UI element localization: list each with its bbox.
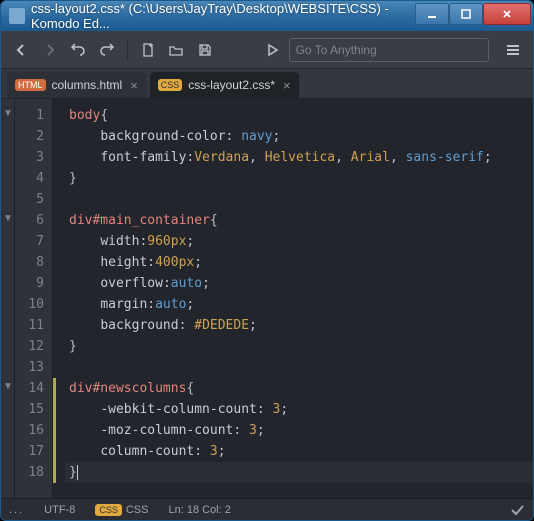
code-line[interactable]: } [65,336,533,357]
forward-button[interactable] [37,36,61,64]
code-line[interactable]: column-count: 3; [65,441,533,462]
code-line[interactable] [65,357,533,378]
code-line[interactable]: -webkit-column-count: 3; [65,399,533,420]
status-menu[interactable]: ... [9,504,24,516]
modified-marker [53,420,56,441]
language-badge-icon: CSS [95,504,122,516]
modified-marker [53,399,56,420]
close-button[interactable] [483,3,531,25]
code-line[interactable]: width:960px; [65,231,533,252]
back-button[interactable] [9,36,33,64]
modified-marker [53,378,56,399]
line-gutter[interactable]: 123456789101112131415161718 [15,99,53,498]
tab-label: css-layout2.css* [188,78,275,92]
tab-bar: HTML columns.html × CSS css-layout2.css* × [1,69,533,99]
status-position[interactable]: Ln: 18 Col: 2 [168,504,230,516]
tab-0[interactable]: HTML columns.html × [7,72,146,98]
separator [127,39,128,61]
code-line[interactable]: div#main_container{ [65,210,533,231]
status-language[interactable]: CSSCSS [95,504,148,516]
code-line[interactable]: height:400px; [65,252,533,273]
code-line[interactable]: margin:auto; [65,294,533,315]
search-input[interactable] [296,43,482,57]
code-line[interactable]: div#newscolumns{ [65,378,533,399]
undo-button[interactable] [66,36,90,64]
toolbar [1,31,533,69]
fold-column[interactable]: ▼ ▼ ▼ [1,99,15,498]
tab-label: columns.html [52,78,123,92]
code-line[interactable]: overflow:auto; [65,273,533,294]
save-button[interactable] [193,36,217,64]
editor[interactable]: ▼ ▼ ▼ 123456789101112131415161718 body{ ba… [1,99,533,498]
titlebar: css-layout2.css* (C:\Users\JayTray\Deskt… [1,1,533,31]
code-line[interactable]: } [65,168,533,189]
window-controls [415,7,531,25]
new-file-button[interactable] [136,36,160,64]
open-file-button[interactable] [164,36,188,64]
code-line[interactable] [65,189,533,210]
close-tab-icon[interactable]: × [130,78,138,93]
menu-button[interactable] [501,36,525,64]
close-tab-icon[interactable]: × [283,78,291,93]
status-encoding[interactable]: UTF-8 [44,504,75,516]
search-box[interactable] [289,38,489,62]
code-line[interactable]: font-family:Verdana, Helvetica, Arial, s… [65,147,533,168]
syntax-ok-icon[interactable] [509,502,525,518]
fold-toggle-icon[interactable]: ▼ [3,108,13,119]
filetype-badge-icon: CSS [158,79,183,91]
modified-marker [53,462,56,483]
tab-1[interactable]: CSS css-layout2.css* × [150,72,299,98]
fold-toggle-icon[interactable]: ▼ [3,213,13,224]
modified-marker [53,441,56,462]
code-line[interactable]: body{ [65,105,533,126]
status-bar: ... UTF-8 CSSCSS Ln: 18 Col: 2 [1,498,533,520]
code-line[interactable]: background-color: navy; [65,126,533,147]
code-line[interactable]: -moz-column-count: 3; [65,420,533,441]
run-button[interactable] [260,36,284,64]
app-window: css-layout2.css* (C:\Users\JayTray\Deskt… [0,0,534,521]
app-icon [9,8,25,24]
maximize-button[interactable] [449,3,483,25]
code-line[interactable]: background: #DEDEDE; [65,315,533,336]
redo-button[interactable] [94,36,118,64]
code-line[interactable]: } [65,462,533,483]
filetype-badge-icon: HTML [15,79,46,91]
code-area[interactable]: body{ background-color: navy; font-famil… [53,99,533,498]
window-title: css-layout2.css* (C:\Users\JayTray\Deskt… [31,1,415,31]
minimize-button[interactable] [415,3,449,25]
fold-toggle-icon[interactable]: ▼ [3,381,13,392]
